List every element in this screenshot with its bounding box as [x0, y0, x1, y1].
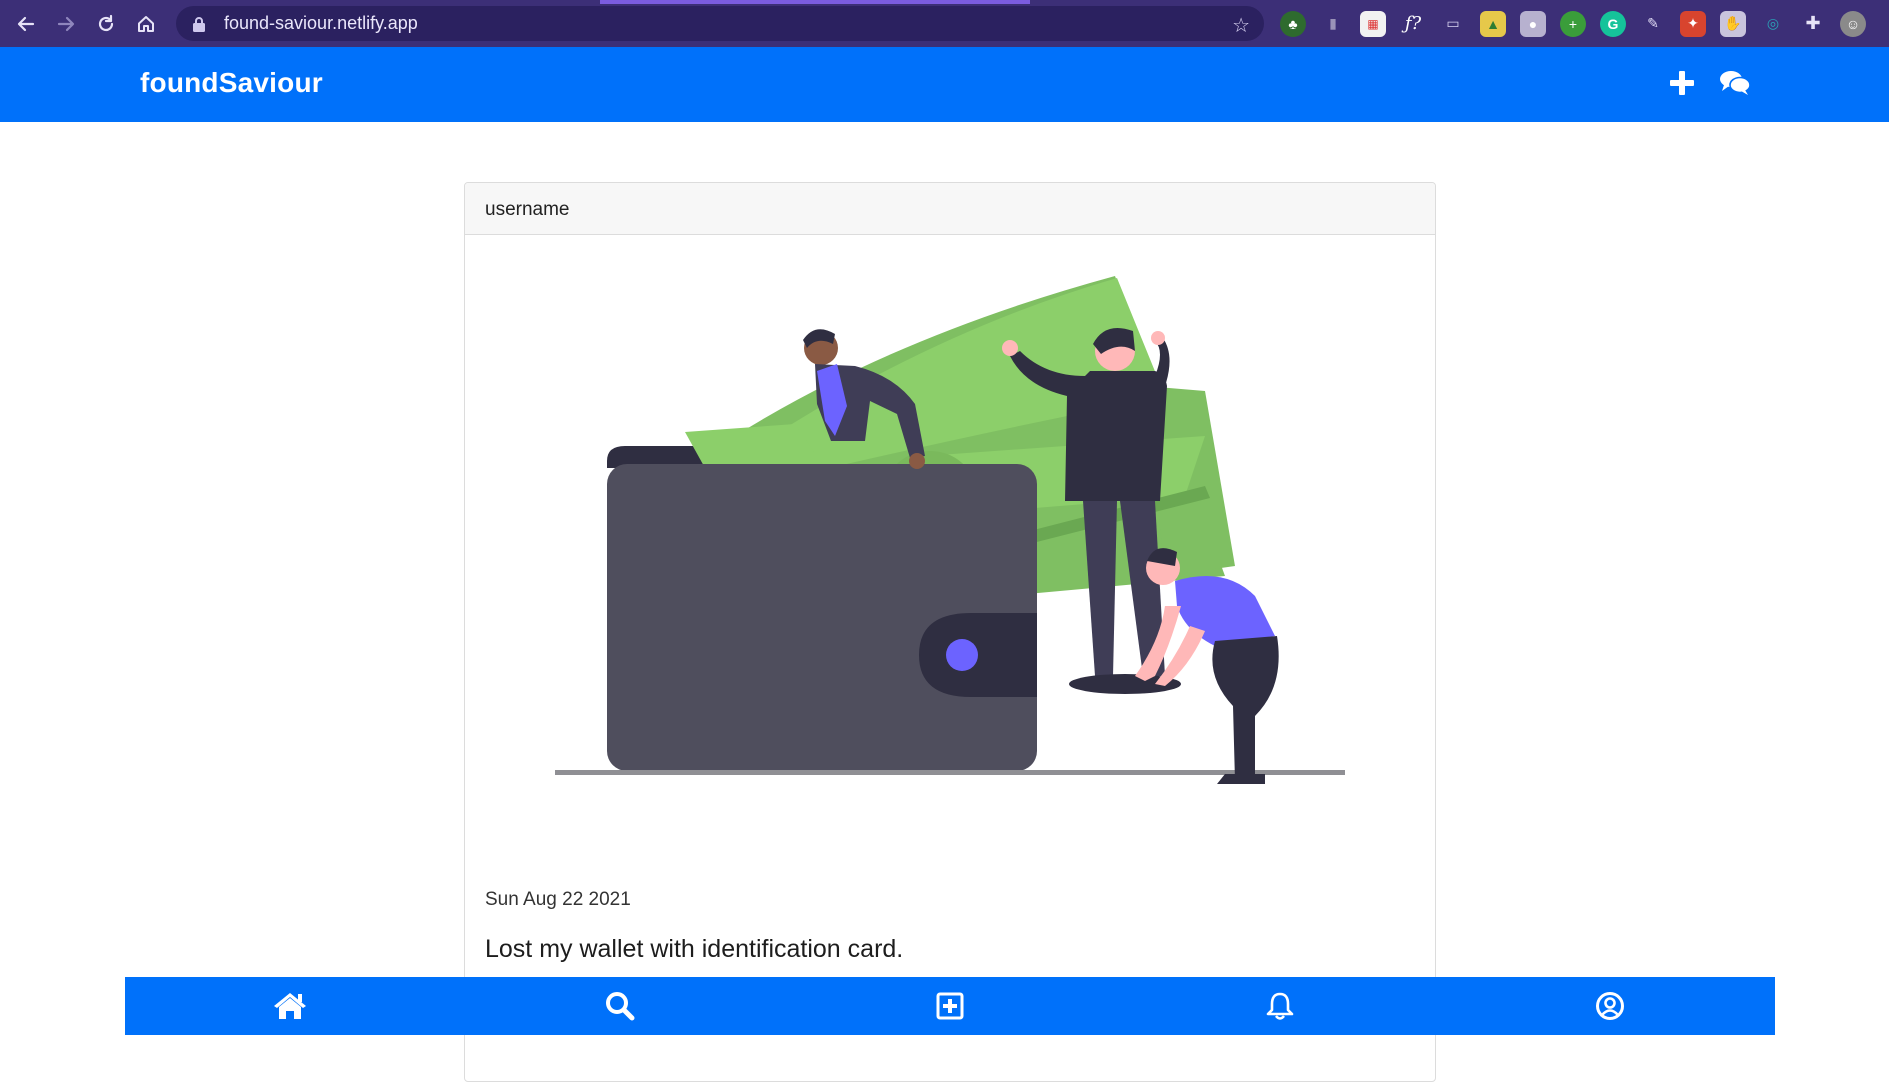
extensions-bar: ♣ ▮ ▦ ƒ? ▭ ▲ ● + G ✎ ✦ ✋ ◎ ✚ ☺: [1272, 6, 1884, 41]
active-tab-indicator: [600, 0, 1030, 4]
bookmark-star-icon[interactable]: ☆: [1232, 13, 1250, 38]
nav-add-post[interactable]: [920, 977, 980, 1035]
extension-window-icon[interactable]: ▭: [1440, 11, 1466, 37]
browser-toolbar: found-saviour.netlify.app ☆ ♣ ▮ ▦ ƒ? ▭ ▲…: [0, 0, 1889, 47]
nav-profile[interactable]: [1580, 977, 1640, 1035]
add-post-button[interactable]: [1664, 65, 1700, 101]
lock-icon: [193, 16, 205, 32]
address-bar[interactable]: found-saviour.netlify.app ☆: [176, 6, 1264, 41]
url-text: found-saviour.netlify.app: [224, 13, 418, 33]
reload-icon: [98, 14, 114, 32]
extension-red-icon[interactable]: ✦: [1680, 10, 1706, 37]
extension-tree-icon[interactable]: ♣: [1280, 10, 1306, 37]
extension-hand-icon[interactable]: ✋: [1720, 10, 1746, 37]
browser-home-icon: [138, 16, 154, 32]
bottom-navigation: [125, 977, 1775, 1035]
home-icon: [274, 993, 306, 1019]
extension-plus-icon[interactable]: +: [1560, 10, 1586, 37]
post-username[interactable]: username: [465, 183, 1435, 235]
chat-bubbles-icon: [1720, 71, 1751, 95]
extension-calendar-icon[interactable]: ▦: [1360, 10, 1386, 37]
home-button[interactable]: [126, 4, 166, 44]
bell-icon: [1266, 992, 1294, 1020]
extension-chat-icon[interactable]: ●: [1520, 10, 1546, 37]
search-icon: [606, 992, 635, 1021]
extension-landscape-icon[interactable]: ▲: [1480, 10, 1506, 37]
add-square-icon: [936, 992, 964, 1020]
brand-logo[interactable]: foundSaviour: [140, 67, 323, 99]
messages-button[interactable]: [1717, 65, 1753, 101]
forward-arrow-icon: [57, 16, 75, 32]
forward-button[interactable]: [46, 4, 86, 44]
nav-home[interactable]: [260, 977, 320, 1035]
post-date: Sun Aug 22 2021: [485, 889, 631, 910]
reload-button[interactable]: [86, 4, 126, 44]
wallet-with-money-illustration: [555, 276, 1345, 784]
extension-pen-icon[interactable]: ✎: [1640, 11, 1666, 37]
extension-bottle-icon[interactable]: ▮: [1320, 11, 1346, 37]
extension-formula-icon[interactable]: ƒ?: [1400, 11, 1426, 37]
extensions-puzzle-icon[interactable]: ✚: [1800, 11, 1826, 37]
nav-search[interactable]: [590, 977, 650, 1035]
app-navbar: foundSaviour: [0, 47, 1889, 122]
plus-icon: [1670, 71, 1694, 95]
profile-avatar[interactable]: ☺: [1840, 10, 1866, 37]
back-button[interactable]: [6, 4, 46, 44]
post-card[interactable]: username Sun Aug 22 2021 Lost my wallet …: [464, 182, 1436, 1082]
back-arrow-icon: [17, 16, 35, 32]
extension-globe-icon[interactable]: ◎: [1760, 11, 1786, 37]
nav-notifications[interactable]: [1250, 977, 1310, 1035]
user-circle-icon: [1596, 992, 1624, 1020]
post-title[interactable]: Lost my wallet with identification card.: [485, 935, 903, 964]
extension-grammarly-icon[interactable]: G: [1600, 10, 1626, 37]
